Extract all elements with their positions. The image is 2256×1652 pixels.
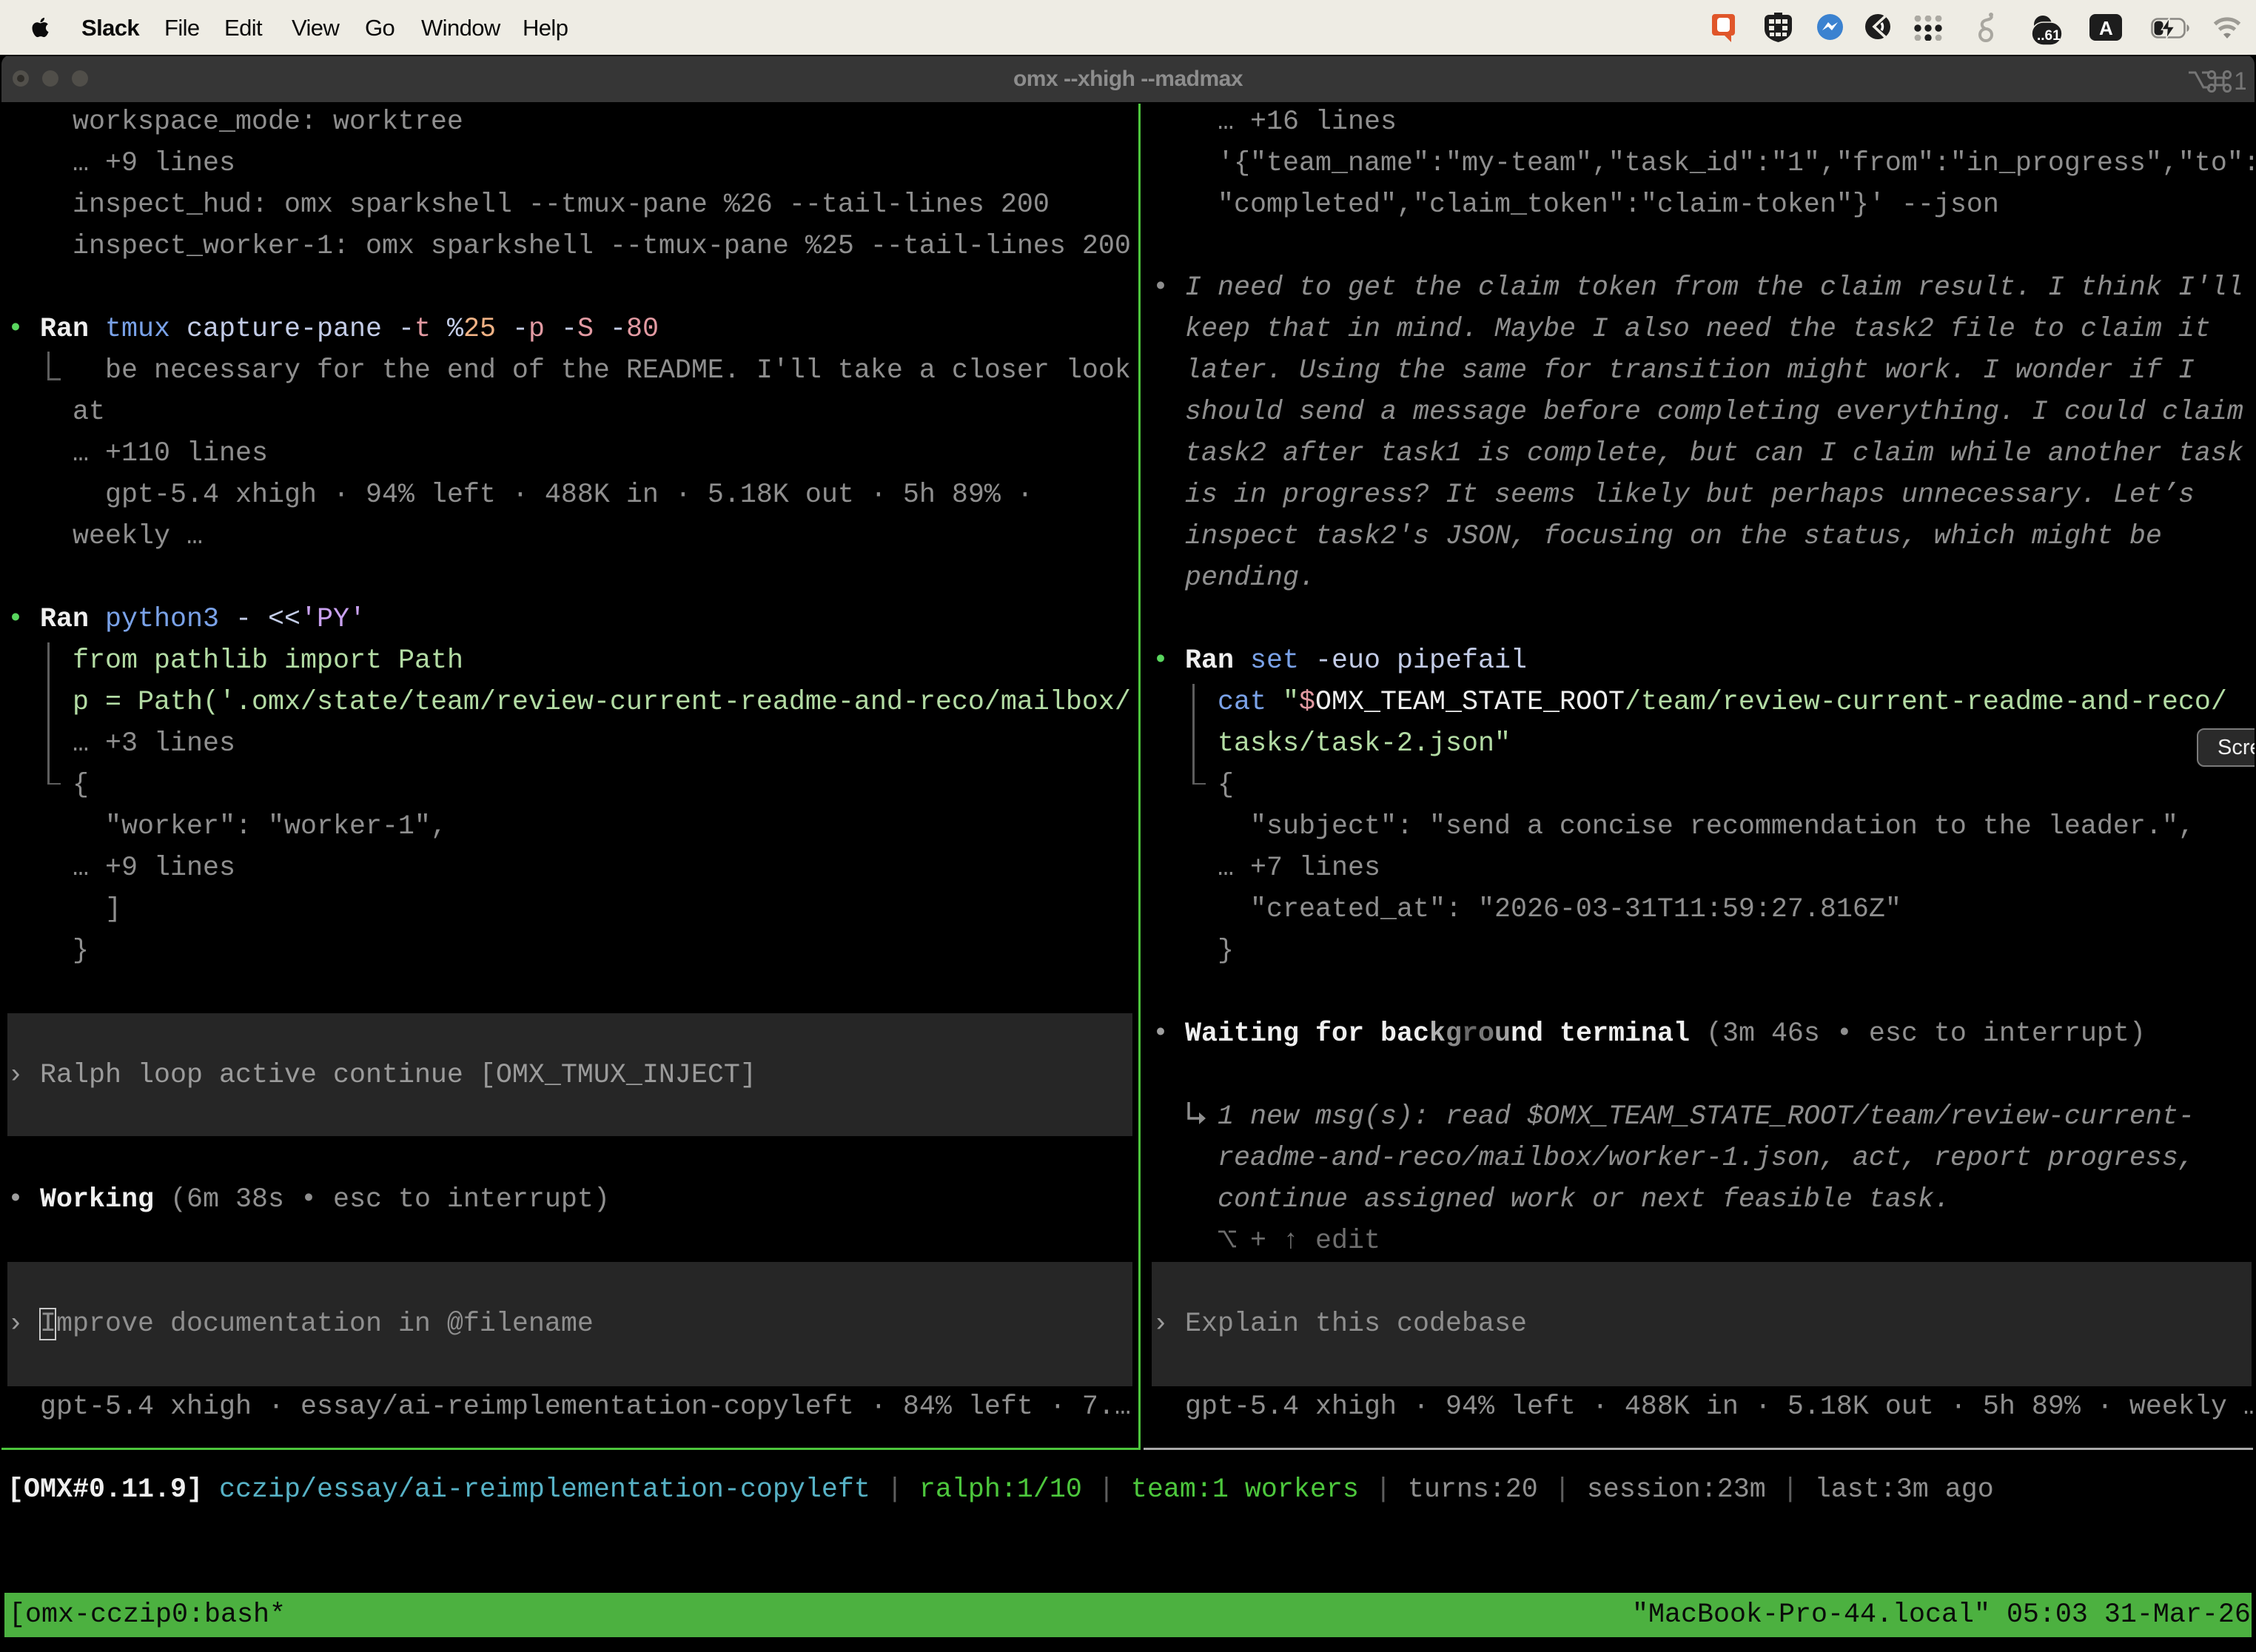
svg-text:A: A bbox=[2099, 17, 2113, 39]
svg-text:..61: ..61 bbox=[2037, 28, 2061, 44]
